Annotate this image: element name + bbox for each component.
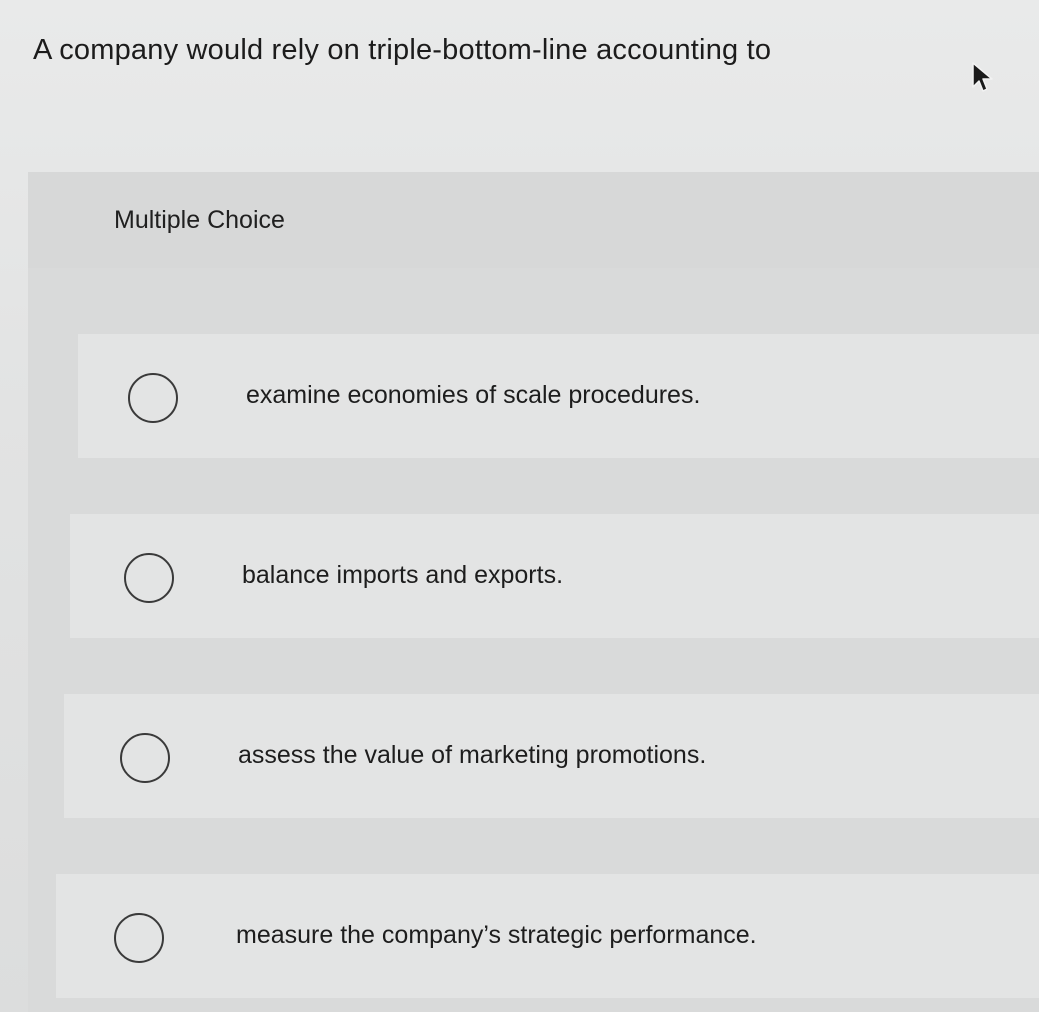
question-text: A company would rely on triple-bottom-li… [33,34,772,66]
choice-label: examine economies of scale procedures. [246,381,701,409]
choice-option-1[interactable]: examine economies of scale procedures. [78,334,1039,458]
quiz-page: A company would rely on triple-bottom-li… [0,0,1039,1012]
choice-option-2[interactable]: balance imports and exports. [70,514,1039,638]
choice-label: measure the company’s strategic performa… [236,921,757,949]
choice-list: examine economies of scale procedures. b… [28,268,1039,1012]
multiple-choice-label: Multiple Choice [114,206,285,234]
choice-option-4[interactable]: measure the company’s strategic performa… [56,874,1039,998]
radio-unchecked-icon[interactable] [124,553,174,603]
choice-label: balance imports and exports. [242,561,564,589]
choice-label: assess the value of marketing promotions… [238,741,707,769]
radio-unchecked-icon[interactable] [128,373,178,423]
choice-option-3[interactable]: assess the value of marketing promotions… [64,694,1039,818]
multiple-choice-header: Multiple Choice [28,172,1039,268]
radio-unchecked-icon[interactable] [114,913,164,963]
radio-unchecked-icon[interactable] [120,733,170,783]
mouse-pointer-icon [972,62,993,92]
